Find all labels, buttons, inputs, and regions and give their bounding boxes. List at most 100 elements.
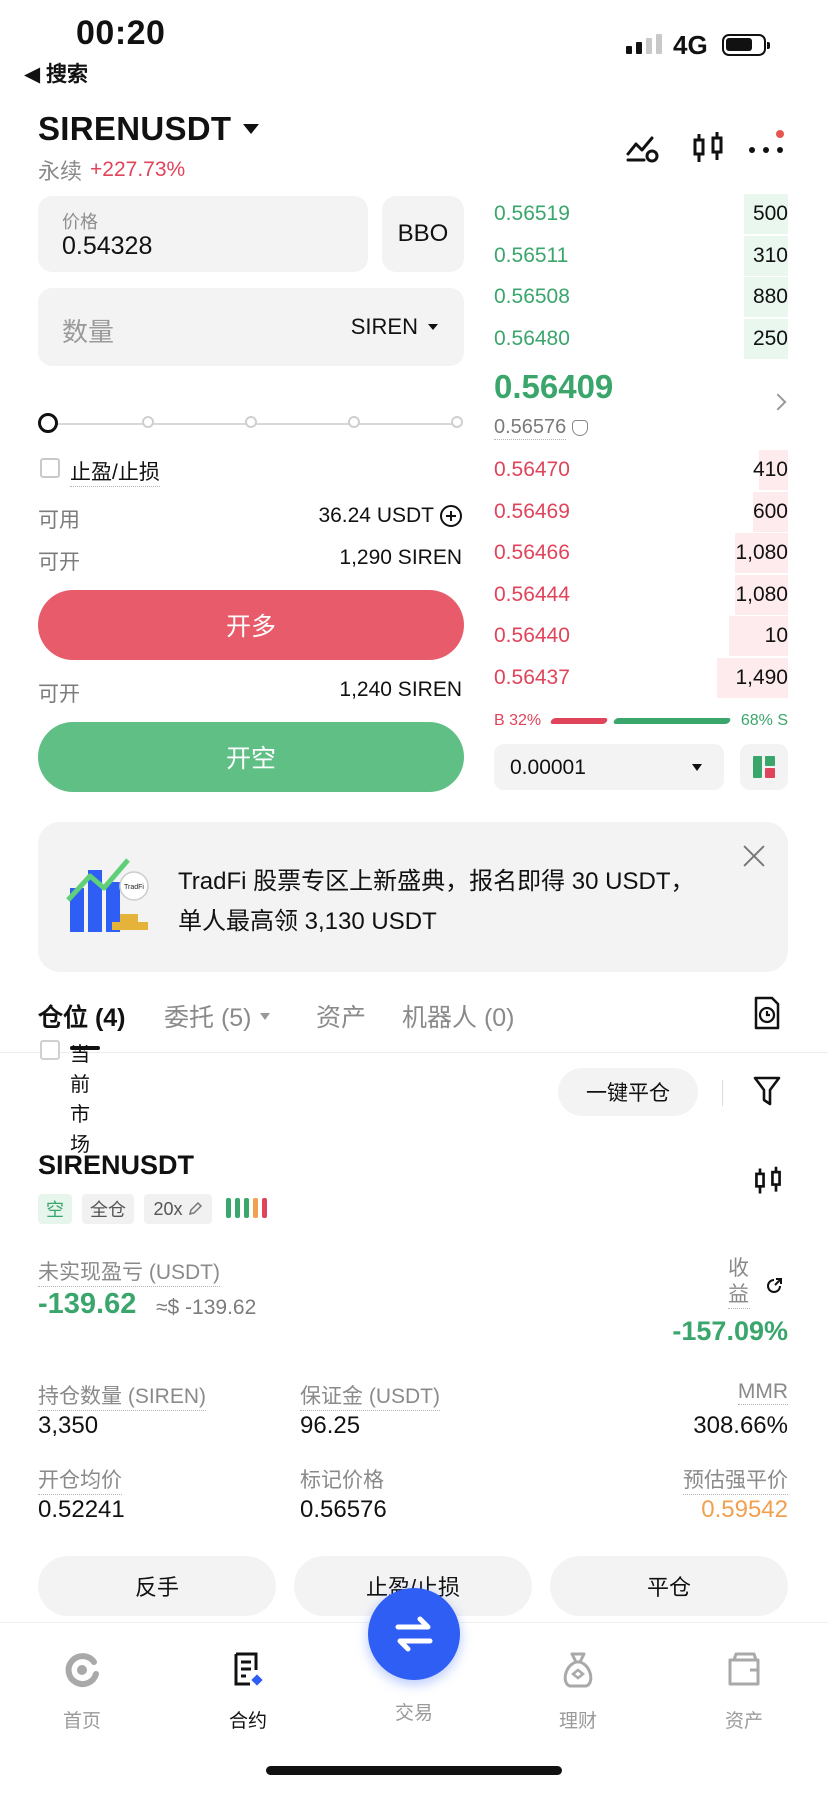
price-label: 价格	[62, 212, 98, 232]
close-all-button[interactable]: 一键平仓	[558, 1068, 698, 1116]
tab-orders[interactable]: 委托 (5)	[164, 998, 270, 1034]
risk-level-indicator	[226, 1198, 267, 1218]
tab-positions[interactable]: 仓位 (4)	[38, 998, 126, 1034]
margin-label: 保证金 (USDT)	[300, 1380, 440, 1411]
pair-subline: 永续 +227.73%	[38, 154, 185, 186]
bid-price: 0.56437	[494, 665, 570, 689]
banner-text: TradFi 股票专区上新盛典，报名即得 30 USDT，单人最高领 3,130…	[178, 868, 695, 935]
slider-step-100[interactable]	[451, 416, 463, 428]
ask-quantity: 310	[752, 243, 788, 267]
promo-banner[interactable]: TradFi TradFi 股票专区上新盛典，报名即得 30 USDT，单人最高…	[38, 822, 788, 972]
bid-price: 0.56470	[494, 458, 570, 481]
pair-dropdown-icon[interactable]	[243, 124, 259, 134]
strategy-icon[interactable]	[626, 130, 662, 166]
quantity-input[interactable]: 数量 SIREN	[38, 288, 464, 366]
current-market-checkbox[interactable]	[40, 1040, 60, 1060]
quantity-placeholder: 数量	[62, 317, 115, 347]
candlestick-chart-icon[interactable]	[690, 130, 726, 166]
leverage-tag[interactable]: 20x	[144, 1194, 212, 1224]
price-value[interactable]: 0.54328	[62, 232, 152, 261]
add-funds-icon[interactable]	[440, 505, 462, 527]
tpsl-checkbox[interactable]	[40, 458, 60, 478]
bid-quantity: 1,490	[735, 665, 788, 689]
leverage-value: 20x	[153, 1198, 183, 1219]
reverse-button[interactable]: 反手	[38, 1556, 276, 1616]
ask-row[interactable]: 0.56480 250	[494, 318, 788, 359]
ask-price: 0.56519	[494, 202, 570, 225]
slider-step-75[interactable]	[348, 416, 360, 428]
available-label: 可用	[38, 509, 80, 532]
bbo-button[interactable]: BBO	[382, 196, 464, 272]
unrealized-pnl: -139.62	[38, 1288, 137, 1320]
price-input[interactable]: 价格 0.54328	[38, 196, 368, 272]
bid-row[interactable]: 0.56437 1,490	[494, 657, 788, 698]
battery-icon	[722, 34, 770, 56]
nav-finance[interactable]: 理财	[518, 1650, 638, 1733]
finance-icon	[563, 1652, 593, 1688]
ask-row[interactable]: 0.56519 500	[494, 194, 788, 234]
current-market-label[interactable]: 当前市场	[70, 1040, 92, 1160]
sell-ratio-bar	[612, 718, 732, 724]
ask-quantity: 500	[752, 202, 788, 225]
ask-row[interactable]: 0.56508 880	[494, 277, 788, 317]
slider-step-25[interactable]	[142, 416, 154, 428]
open-short-button[interactable]: 开空	[38, 722, 464, 792]
home-indicator	[266, 1766, 562, 1775]
filter-icon[interactable]	[752, 1074, 782, 1108]
ask-row[interactable]: 0.56511 310	[494, 235, 788, 276]
unrealized-pnl-usd: ≈$ -139.62	[156, 1296, 257, 1319]
slider-step-50[interactable]	[245, 416, 257, 428]
back-to-search-link[interactable]: ◀ 搜索	[24, 58, 88, 88]
price-change: +227.73%	[90, 158, 186, 181]
layout-icon	[753, 756, 775, 778]
close-icon[interactable]	[742, 844, 766, 868]
orderbook-layout-button[interactable]	[740, 744, 788, 790]
bid-quantity: 10	[764, 624, 788, 647]
tpsl-label[interactable]: 止盈/止损	[70, 456, 160, 487]
bid-price: 0.56440	[494, 624, 570, 647]
home-icon	[65, 1653, 99, 1688]
close-position-button[interactable]: 平仓	[550, 1556, 788, 1616]
chevron-right-icon[interactable]	[769, 393, 787, 411]
bid-row[interactable]: 0.56470 410	[494, 450, 788, 490]
last-price[interactable]: 0.56409	[494, 368, 613, 406]
side-tag: 空	[38, 1194, 72, 1224]
more-options-icon[interactable]	[748, 130, 784, 166]
history-icon[interactable]	[752, 996, 782, 1030]
tab-bots[interactable]: 机器人 (0)	[402, 998, 515, 1034]
position-symbol[interactable]: SIRENUSDT	[38, 1150, 194, 1181]
bid-row[interactable]: 0.56466 1,080	[494, 533, 788, 573]
share-icon[interactable]	[764, 1276, 784, 1296]
chevron-down-icon	[428, 324, 438, 330]
buy-ratio: B 32%	[494, 712, 542, 729]
tradfi-chart-icon: TradFi	[66, 858, 149, 932]
margin-value[interactable]: 96.25	[300, 1412, 360, 1440]
bid-row[interactable]: 0.56444 1,080	[494, 574, 788, 615]
liquidation-price-label: 预估强平价	[683, 1464, 788, 1495]
nav-futures[interactable]: 合约	[188, 1650, 308, 1733]
bid-row[interactable]: 0.56440 10	[494, 616, 788, 656]
edit-icon	[188, 1201, 202, 1216]
contract-type: 永续	[38, 159, 83, 184]
bid-price: 0.56444	[494, 582, 570, 606]
bid-price: 0.56466	[494, 541, 570, 564]
nav-trade[interactable]: 交易	[354, 1698, 474, 1725]
pair-selector[interactable]: SIRENUSDT	[38, 110, 231, 148]
nav-assets[interactable]: 资产	[684, 1650, 804, 1733]
quantity-unit-selector[interactable]: SIREN	[351, 314, 438, 340]
roe-label: 收益	[728, 1256, 750, 1309]
open-long-button[interactable]: 开多	[38, 590, 464, 660]
tab-assets[interactable]: 资产	[316, 998, 366, 1034]
candlestick-chart-icon[interactable]	[752, 1164, 784, 1198]
nav-futures-label: 合约	[228, 1711, 267, 1732]
chevron-down-icon	[259, 1012, 270, 1020]
chevron-down-icon	[692, 764, 702, 771]
unrealized-pnl-label: 未实现盈亏 (USDT)	[38, 1256, 220, 1287]
tabs-divider	[0, 1052, 828, 1053]
precision-selector[interactable]: 0.00001	[494, 744, 724, 790]
slider-handle[interactable]	[38, 413, 58, 433]
entry-price-label: 开仓均价	[38, 1464, 122, 1495]
nav-home[interactable]: 首页	[22, 1650, 142, 1733]
trade-fab-button[interactable]	[368, 1588, 460, 1680]
bid-row[interactable]: 0.56469 600	[494, 491, 788, 532]
